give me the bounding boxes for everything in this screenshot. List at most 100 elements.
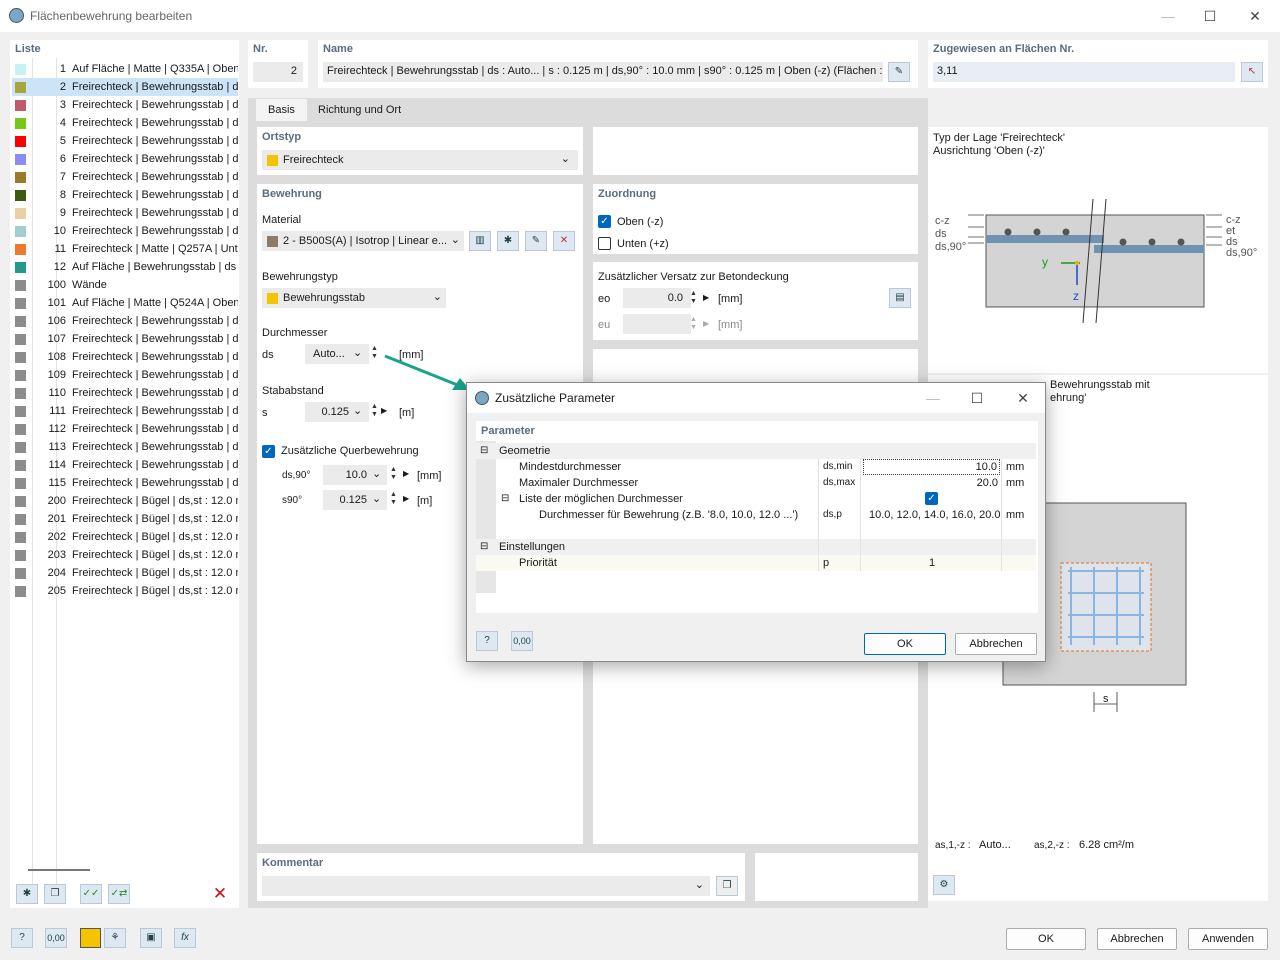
unten-checkbox[interactable] bbox=[598, 237, 611, 250]
display-icon[interactable]: ⚘ bbox=[104, 928, 126, 948]
quer-checkbox[interactable]: ✓ bbox=[262, 445, 275, 458]
priority-value[interactable]: 1 bbox=[929, 555, 935, 571]
oben-checkbox[interactable]: ✓ bbox=[598, 215, 611, 228]
color-swatch bbox=[15, 406, 26, 417]
view-icon[interactable]: ▣ bbox=[140, 928, 162, 948]
group-einstellungen[interactable]: ⊟ Einstellungen bbox=[476, 539, 1036, 555]
list-item[interactable]: 9 Freirechteck | Bewehrungsstab | ds bbox=[12, 204, 238, 222]
ortstyp-select[interactable]: Freirechteck ⌄ bbox=[262, 150, 578, 170]
list-item[interactable]: 8 Freirechteck | Bewehrungsstab | ds bbox=[12, 186, 238, 204]
list-item[interactable]: 11 Freirechteck | Matte | Q257A | Unte bbox=[12, 240, 238, 258]
material-new-icon[interactable]: ✱ bbox=[497, 231, 519, 251]
list-item[interactable]: 2 Freirechteck | Bewehrungsstab | ds bbox=[12, 78, 238, 96]
s-spinner-icon[interactable]: ▲ ▼ bbox=[371, 403, 378, 419]
dialog-maximize-button[interactable]: ☐ bbox=[967, 388, 987, 408]
s90-arrow-icon[interactable]: ▶ bbox=[403, 494, 409, 503]
max-diameter-value[interactable]: 20.0 bbox=[863, 475, 1000, 491]
list-item[interactable]: 109 Freirechteck | Bewehrungsstab | ds bbox=[12, 366, 238, 384]
list-item[interactable]: 205 Freirechteck | Bügel | ds,st : 12.0 m… bbox=[12, 582, 238, 600]
s90-spinner-icon[interactable]: ▲ ▼ bbox=[390, 491, 397, 507]
reinforcement-type-select[interactable]: Bewehrungsstab ⌄ bbox=[262, 288, 446, 308]
list-item[interactable]: 4 Freirechteck | Bewehrungsstab | ds bbox=[12, 114, 238, 132]
ds90-spinner-icon[interactable]: ▲ ▼ bbox=[390, 466, 397, 482]
dialog-cancel-button[interactable]: Abbrechen bbox=[955, 633, 1037, 655]
diameter-list-checkbox[interactable]: ✓ bbox=[925, 492, 938, 505]
list-item[interactable]: 12 Auf Fläche | Bewehrungsstab | ds : bbox=[12, 258, 238, 276]
assigned-field[interactable]: 3,11 bbox=[933, 62, 1235, 82]
eo-arrow-icon[interactable]: ▶ bbox=[703, 293, 709, 302]
dialog-close-button[interactable]: ✕ bbox=[1013, 388, 1033, 408]
dialog-units-icon[interactable]: 0,00 bbox=[511, 631, 533, 651]
list-scrollbar[interactable] bbox=[28, 869, 90, 871]
copy-item-icon[interactable]: ❐ bbox=[44, 884, 66, 904]
list-item[interactable]: 108 Freirechteck | Bewehrungsstab | ds bbox=[12, 348, 238, 366]
ds90-arrow-icon[interactable]: ▶ bbox=[403, 469, 409, 478]
apply-button[interactable]: Anwenden bbox=[1188, 928, 1268, 950]
kommentar-input[interactable]: ⌄ bbox=[262, 876, 710, 896]
material-edit-icon[interactable]: ✎ bbox=[525, 231, 547, 251]
material-select[interactable]: 2 - B500S(A) | Isotrop | Linear e... ⌄ bbox=[262, 231, 464, 251]
help-icon[interactable]: ? bbox=[11, 928, 33, 948]
list-item[interactable]: 100 Wände bbox=[12, 276, 238, 294]
row-diameter-list: ⊟ Liste der möglichen Durchmesser ✓ bbox=[476, 491, 1036, 507]
collapse-icon[interactable]: ⊟ bbox=[480, 539, 488, 555]
dialog-ok-button[interactable]: OK bbox=[864, 633, 946, 655]
delete-icon[interactable]: ✕ bbox=[208, 884, 232, 904]
close-button[interactable]: ✕ bbox=[1245, 6, 1265, 26]
eo-spinner-icon[interactable]: ▲ ▼ bbox=[690, 290, 697, 306]
list-item[interactable]: 114 Freirechteck | Bewehrungsstab | ds bbox=[12, 456, 238, 474]
name-field[interactable]: Freirechteck | Bewehrungsstab | ds : Aut… bbox=[323, 62, 883, 82]
list-item[interactable]: 3 Freirechteck | Bewehrungsstab | ds bbox=[12, 96, 238, 114]
minimize-button[interactable]: — bbox=[1158, 6, 1178, 26]
color-icon[interactable] bbox=[80, 928, 101, 948]
list-item[interactable]: 107 Freirechteck | Bewehrungsstab | ds bbox=[12, 330, 238, 348]
ortstyp-swatch bbox=[267, 155, 278, 166]
pick-surface-icon[interactable]: ↖ bbox=[1241, 62, 1263, 82]
dialog-minimize-button[interactable]: — bbox=[923, 388, 943, 408]
list-item[interactable]: 204 Freirechteck | Bügel | ds,st : 12.0 m… bbox=[12, 564, 238, 582]
list-item[interactable]: 202 Freirechteck | Bügel | ds,st : 12.0 m… bbox=[12, 528, 238, 546]
list-item[interactable]: 201 Freirechteck | Bügel | ds,st : 12.0 m… bbox=[12, 510, 238, 528]
eo-input[interactable]: 0.0 bbox=[623, 288, 691, 308]
edit-name-icon[interactable]: ✎ bbox=[888, 62, 910, 82]
tab-basis[interactable]: Basis bbox=[256, 99, 307, 121]
chevron-down-icon: ⌄ bbox=[353, 405, 363, 417]
min-diameter-value[interactable]: 10.0 bbox=[863, 459, 1000, 475]
units-icon[interactable]: 0,00 bbox=[45, 928, 67, 948]
list-item[interactable]: 10 Freirechteck | Bewehrungsstab | ds bbox=[12, 222, 238, 240]
list-item[interactable]: 113 Freirechteck | Bewehrungsstab | ds bbox=[12, 438, 238, 456]
s-arrow-icon[interactable]: ▶ bbox=[381, 406, 387, 415]
list-item[interactable]: 110 Freirechteck | Bewehrungsstab | ds bbox=[12, 384, 238, 402]
list-item[interactable]: 101 Auf Fläche | Matte | Q524A | Oben bbox=[12, 294, 238, 312]
maximize-button[interactable]: ☐ bbox=[1200, 6, 1220, 26]
list-item[interactable]: 7 Freirechteck | Bewehrungsstab | ds bbox=[12, 168, 238, 186]
material-delete-icon[interactable]: ✕ bbox=[553, 231, 575, 251]
list-item[interactable]: 203 Freirechteck | Bügel | ds,st : 12.0 m… bbox=[12, 546, 238, 564]
list-item[interactable]: 5 Freirechteck | Bewehrungsstab | ds bbox=[12, 132, 238, 150]
new-item-icon[interactable]: ✱ bbox=[16, 884, 38, 904]
list-item[interactable]: 200 Freirechteck | Bügel | ds,st : 12.0 m… bbox=[12, 492, 238, 510]
tab-richtung-und-ort[interactable]: Richtung und Ort bbox=[308, 99, 411, 121]
list-item[interactable]: 112 Freirechteck | Bewehrungsstab | ds bbox=[12, 420, 238, 438]
list-item[interactable]: 106 Freirechteck | Bewehrungsstab | ds bbox=[12, 312, 238, 330]
dialog-help-icon[interactable]: ? bbox=[476, 631, 498, 651]
cover-settings-icon[interactable]: ▤ bbox=[889, 288, 911, 308]
collapse-icon[interactable]: ⊟ bbox=[480, 443, 488, 459]
ok-button[interactable]: OK bbox=[1006, 928, 1086, 950]
cancel-button[interactable]: Abbrechen bbox=[1097, 928, 1177, 950]
list-item[interactable]: 1 Auf Fläche | Matte | Q335A | Oben bbox=[12, 60, 238, 78]
formula-icon[interactable]: fx bbox=[174, 928, 196, 948]
collapse-icon[interactable]: ⊟ bbox=[501, 491, 509, 507]
ds-spinner-icon[interactable]: ▲ ▼ bbox=[371, 345, 378, 361]
kommentar-copy-icon[interactable]: ❐ bbox=[716, 876, 738, 896]
check-toggle-icon[interactable]: ✓⇄ bbox=[108, 884, 130, 904]
list-item[interactable]: 115 Freirechteck | Bewehrungsstab | ds bbox=[12, 474, 238, 492]
diameter-values-value[interactable]: 10.0, 12.0, 14.0, 16.0, 20.0 bbox=[869, 507, 1001, 523]
list-item[interactable]: 111 Freirechteck | Bewehrungsstab | ds bbox=[12, 402, 238, 420]
group-geometrie[interactable]: ⊟ Geometrie bbox=[476, 443, 1036, 459]
list-item[interactable]: 6 Freirechteck | Bewehrungsstab | ds bbox=[12, 150, 238, 168]
check-all-icon[interactable]: ✓✓ bbox=[80, 884, 102, 904]
preview-settings-icon[interactable]: ⚙ bbox=[933, 875, 955, 895]
material-library-icon[interactable]: ▥ bbox=[469, 231, 491, 251]
ds-input[interactable]: Auto... ⌄ bbox=[305, 344, 369, 364]
